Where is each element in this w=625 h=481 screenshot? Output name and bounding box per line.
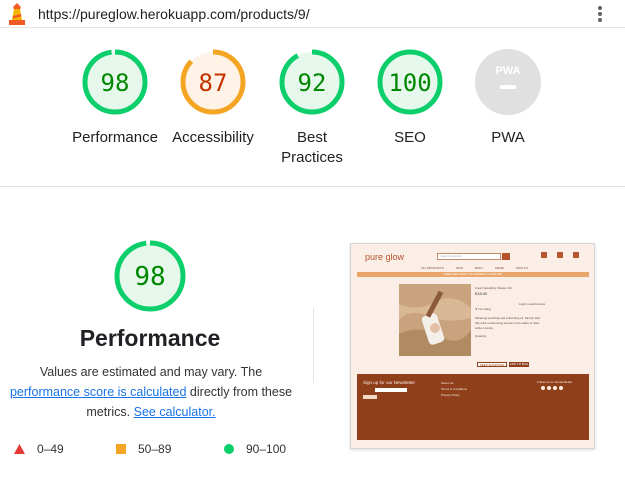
thumb-product-info: Fresh Sparkling Shower Oil €18.00 Login … xyxy=(475,286,545,339)
see-calculator-link[interactable]: See calculator. xyxy=(134,405,216,419)
score-gauge-pwa[interactable]: PWA PWA xyxy=(458,48,558,148)
thumb-nav: ALL PRODUCTS SKIN BATH HOME HOW TO xyxy=(421,266,528,270)
thumb-add-to-bag: ADD TO BAG xyxy=(509,362,529,367)
legend-average-range: 50–89 xyxy=(138,442,172,456)
thumb-quantity-label: Quantity xyxy=(475,334,487,338)
gauge-ring: 98 xyxy=(82,49,148,115)
thumb-social-icons xyxy=(541,386,563,390)
thumb-header-icons xyxy=(541,252,579,258)
thumb-nav-item: HOME xyxy=(494,266,504,270)
score-label: Performance xyxy=(72,129,158,146)
thumb-newsletter-button xyxy=(363,395,377,399)
thumb-product-photo xyxy=(399,284,471,356)
performance-score: 98 xyxy=(134,262,165,292)
thumb-nav-item: SKIN xyxy=(455,266,463,270)
performance-description: Values are estimated and may vary. The p… xyxy=(6,362,296,422)
kebab-menu-icon[interactable] xyxy=(594,4,606,24)
thumb-description: Silkening soothing and refreshing oil. S… xyxy=(475,316,540,330)
score-calculated-link[interactable]: performance score is calculated xyxy=(10,385,186,399)
thumb-keep-shopping: KEEP SHOPPING xyxy=(477,362,507,367)
lighthouse-icon xyxy=(9,3,25,25)
legend-average: 50–89 xyxy=(116,441,171,457)
twitter-icon xyxy=(553,386,557,390)
thumb-newsletter-input xyxy=(375,388,407,392)
legend-fail-range: 0–49 xyxy=(37,442,64,456)
legend-fail: 0–49 xyxy=(14,441,64,457)
heart-icon xyxy=(557,252,563,258)
instagram-icon xyxy=(547,386,551,390)
gauge-ring: 92 xyxy=(279,49,345,115)
score-label: Accessibility xyxy=(172,129,254,146)
pwa-badge-text: PWA xyxy=(495,65,520,77)
circle-icon xyxy=(224,444,234,454)
thumb-nav-item: ALL PRODUCTS xyxy=(421,266,444,270)
thumb-footer-links: About Us Terms & Conditions Privacy Poli… xyxy=(441,380,467,398)
thumb-banner: FREE DELIVERY ON ORDERS OVER €50 xyxy=(357,272,589,277)
thumb-footer: Sign up for our Newsletter About Us Term… xyxy=(357,374,589,440)
thumb-header: pure glow Search products xyxy=(351,244,594,268)
thumb-search-icon xyxy=(502,253,510,260)
thumb-brand: pure glow xyxy=(365,252,405,262)
gauge-ring: 87 xyxy=(180,49,246,115)
thumb-nav-item: HOW TO xyxy=(515,266,528,270)
vertical-divider xyxy=(313,308,314,383)
thumb-search: Search products xyxy=(437,253,501,260)
score-value: 100 xyxy=(388,69,431,97)
thumb-footer-link: Privacy Policy xyxy=(441,393,460,397)
page-screenshot-thumbnail[interactable]: pure glow Search products ALL PRODUCTS S… xyxy=(350,243,595,449)
perf-desc-part1: Values are estimated and may vary. The xyxy=(39,365,263,379)
thumb-social-label: Follow us on Social Media xyxy=(537,380,572,384)
thumb-newsletter-title: Sign up for our Newsletter xyxy=(363,380,416,385)
user-icon xyxy=(541,252,547,258)
triangle-icon xyxy=(14,444,25,454)
pinterest-icon xyxy=(559,386,563,390)
score-gauge-best-practices[interactable]: 92 Best Practices xyxy=(262,48,362,168)
performance-gauge: 98 xyxy=(114,240,186,312)
performance-title: Performance xyxy=(79,325,221,351)
bag-icon xyxy=(573,252,579,258)
gauge-ring: 100 xyxy=(377,49,443,115)
score-label: SEO xyxy=(394,129,426,146)
page-url[interactable]: https://pureglow.herokuapp.com/products/… xyxy=(38,6,310,22)
legend-pass-range: 90–100 xyxy=(246,442,287,456)
score-value: 98 xyxy=(101,69,130,97)
gauge-ring: PWA xyxy=(475,49,541,115)
score-gauge-seo[interactable]: 100 SEO xyxy=(360,48,460,148)
section-divider xyxy=(0,186,625,187)
square-icon xyxy=(116,444,126,454)
score-gauge-performance[interactable]: 98 Performance xyxy=(65,48,165,148)
thumb-nav-item: BATH xyxy=(474,266,483,270)
score-value: 87 xyxy=(199,69,228,97)
score-label: Best Practices xyxy=(281,129,343,166)
legend-pass: 90–100 xyxy=(224,441,286,457)
score-label: PWA xyxy=(491,129,525,146)
facebook-icon xyxy=(541,386,545,390)
score-value: 92 xyxy=(298,69,327,97)
score-gauge-accessibility[interactable]: 87 Accessibility xyxy=(163,48,263,148)
address-bar: https://pureglow.herokuapp.com/products/… xyxy=(0,0,625,28)
